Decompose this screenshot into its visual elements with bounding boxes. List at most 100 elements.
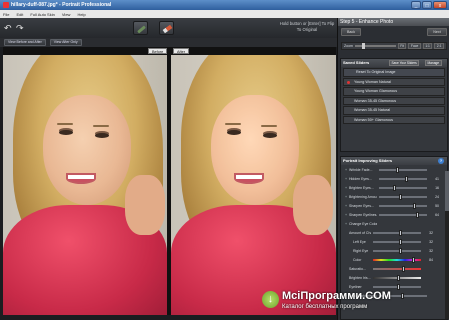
preset-item[interactable]: Woman 35-45 Glamorous bbox=[343, 96, 445, 105]
minimize-button[interactable]: _ bbox=[411, 1, 421, 9]
saved-sliders-header[interactable]: Saved Sliders Save Your Sliders Manage bbox=[341, 59, 447, 67]
zoom-face-button[interactable]: Face bbox=[408, 43, 421, 49]
slider-track[interactable] bbox=[373, 238, 421, 245]
slider-label: Sharpen Eyelines... bbox=[349, 212, 377, 217]
preset-item[interactable]: Woman 35-45 Natural bbox=[343, 106, 445, 115]
step-title: Step 5 - Enhance Photo bbox=[338, 18, 449, 26]
slider-label: Brighten Eyes... bbox=[349, 185, 374, 190]
slider-value: 41 bbox=[435, 176, 439, 181]
slider-handle[interactable] bbox=[399, 229, 403, 236]
preset-label: Woman 50+ Glamorous bbox=[354, 117, 393, 122]
slider-handle[interactable] bbox=[393, 184, 397, 191]
slider-handle[interactable] bbox=[397, 274, 400, 281]
slider-label: Color bbox=[353, 257, 362, 262]
slider-track[interactable] bbox=[379, 193, 427, 200]
next-button[interactable]: Next bbox=[427, 28, 447, 36]
after-label: After bbox=[173, 48, 190, 54]
slider-value: 64 bbox=[435, 212, 439, 217]
menu-help[interactable]: Help bbox=[77, 12, 85, 17]
maximize-button[interactable]: □ bbox=[422, 1, 432, 9]
manage-button[interactable]: Manage bbox=[425, 60, 442, 66]
zoom-slider[interactable] bbox=[354, 43, 396, 49]
slider-row: + Sharpen Eyes... 50 bbox=[341, 201, 447, 210]
after-image[interactable] bbox=[171, 55, 336, 315]
eraser-tool-button[interactable] bbox=[159, 21, 174, 35]
slider-value: 84 bbox=[429, 257, 433, 262]
view-before-after-button[interactable]: View Before and After bbox=[4, 39, 46, 46]
reset-preset[interactable]: Reset To Original Image bbox=[343, 68, 445, 77]
menu-full-auto-skin[interactable]: Full Auto Skin bbox=[30, 12, 54, 17]
flip-to-original-button[interactable]: Hold button or [Enter] To Flip To Origin… bbox=[279, 21, 335, 33]
toolbar: ↶ ↷ Hold button or [Enter] To Flip To Or… bbox=[0, 18, 337, 38]
back-button[interactable]: Back bbox=[341, 28, 361, 36]
slider-row: + Hidden Eyes... 41 bbox=[341, 174, 447, 183]
scrollbar-thumb[interactable] bbox=[445, 171, 449, 211]
zoom-2to1-button[interactable]: 2:1 bbox=[434, 43, 444, 49]
slider-track[interactable] bbox=[379, 166, 427, 173]
help-icon[interactable]: ? bbox=[438, 158, 444, 164]
slider-label: Brighten Iris... bbox=[349, 275, 371, 280]
right-eye bbox=[95, 133, 109, 138]
zoom-1to1-button[interactable]: 1:1 bbox=[422, 43, 433, 49]
slider-handle[interactable] bbox=[416, 211, 420, 218]
undo-icon[interactable]: ↶ bbox=[4, 23, 13, 33]
preset-item[interactable]: Young Woman Natural bbox=[343, 77, 445, 86]
slider-track[interactable] bbox=[373, 274, 421, 281]
panel-scrollbar[interactable] bbox=[445, 171, 449, 319]
active-preset-icon bbox=[347, 80, 350, 84]
menu-edit[interactable]: Edit bbox=[16, 12, 23, 17]
before-label: Before bbox=[148, 48, 168, 54]
slider-value: 24 bbox=[435, 194, 439, 199]
slider-row: Saturatio... bbox=[341, 264, 447, 273]
before-image[interactable] bbox=[3, 55, 167, 315]
slider-track[interactable] bbox=[379, 211, 427, 218]
zoom-slider-handle[interactable] bbox=[362, 43, 366, 49]
slider-handle[interactable] bbox=[412, 202, 416, 209]
slider-handle[interactable] bbox=[412, 256, 416, 263]
slider-track[interactable] bbox=[373, 256, 421, 263]
slider-track[interactable] bbox=[379, 184, 427, 191]
slider-track[interactable] bbox=[373, 247, 421, 254]
window-title: hillary-duff-087.jpg* - Portrait Profess… bbox=[11, 2, 112, 8]
portrait-sliders-header[interactable]: Portrait Improving Sliders ? bbox=[341, 157, 447, 165]
slider-handle[interactable] bbox=[401, 265, 405, 272]
menu-bar: File Edit Full Auto Skin View Help bbox=[0, 10, 449, 18]
slider-value: 32 bbox=[429, 230, 433, 235]
slider-row: + Brighten Eyes... 16 bbox=[341, 183, 447, 192]
view-after-only-button[interactable]: View After Only bbox=[49, 39, 82, 46]
slider-row: Right Eye 32 bbox=[341, 246, 447, 255]
zoom-fit-button[interactable]: Fit bbox=[397, 43, 407, 49]
slider-row: Amount of Change 32 bbox=[341, 228, 447, 237]
hand bbox=[125, 175, 165, 235]
slider-label: Eyeliner bbox=[349, 284, 362, 289]
preset-item[interactable]: Young Woman Glamorous bbox=[343, 87, 445, 96]
slider-handle[interactable] bbox=[405, 175, 409, 182]
slider-label: Sharpen Eyes... bbox=[349, 203, 374, 208]
slider-handle[interactable] bbox=[399, 247, 403, 254]
save-sliders-button[interactable]: Save Your Sliders bbox=[389, 60, 420, 66]
download-logo-icon: ↓ bbox=[262, 291, 279, 308]
zoom-label: Zoom bbox=[344, 44, 353, 48]
slider-handle[interactable] bbox=[395, 166, 399, 173]
slider-handle[interactable] bbox=[397, 283, 400, 290]
slider-value: 16 bbox=[435, 185, 439, 190]
slider-handle[interactable] bbox=[399, 193, 403, 200]
menu-view[interactable]: View bbox=[62, 12, 71, 17]
slider-track[interactable] bbox=[379, 175, 427, 182]
slider-label: Right Eye bbox=[353, 248, 369, 253]
close-button[interactable]: x bbox=[433, 1, 447, 9]
slider-track[interactable] bbox=[373, 265, 421, 272]
redo-icon[interactable]: ↷ bbox=[16, 23, 25, 33]
slider-track[interactable] bbox=[373, 229, 421, 236]
menu-file[interactable]: File bbox=[3, 12, 9, 17]
brush-tool-button[interactable] bbox=[133, 21, 148, 35]
preset-label: Woman 35-45 Natural bbox=[354, 108, 391, 112]
slider-handle[interactable] bbox=[399, 238, 403, 245]
slider-row: Brighten Iris... bbox=[341, 273, 447, 282]
preset-label: Young Woman Natural bbox=[354, 79, 391, 84]
watermark: ↓ MсіПрограмми.COM Каталог бесплатных пр… bbox=[262, 290, 442, 316]
slider-label: Amount of Change bbox=[349, 230, 371, 235]
slider-track[interactable] bbox=[373, 283, 421, 290]
preset-item[interactable]: Woman 50+ Glamorous bbox=[343, 115, 445, 124]
slider-track[interactable] bbox=[379, 202, 427, 209]
